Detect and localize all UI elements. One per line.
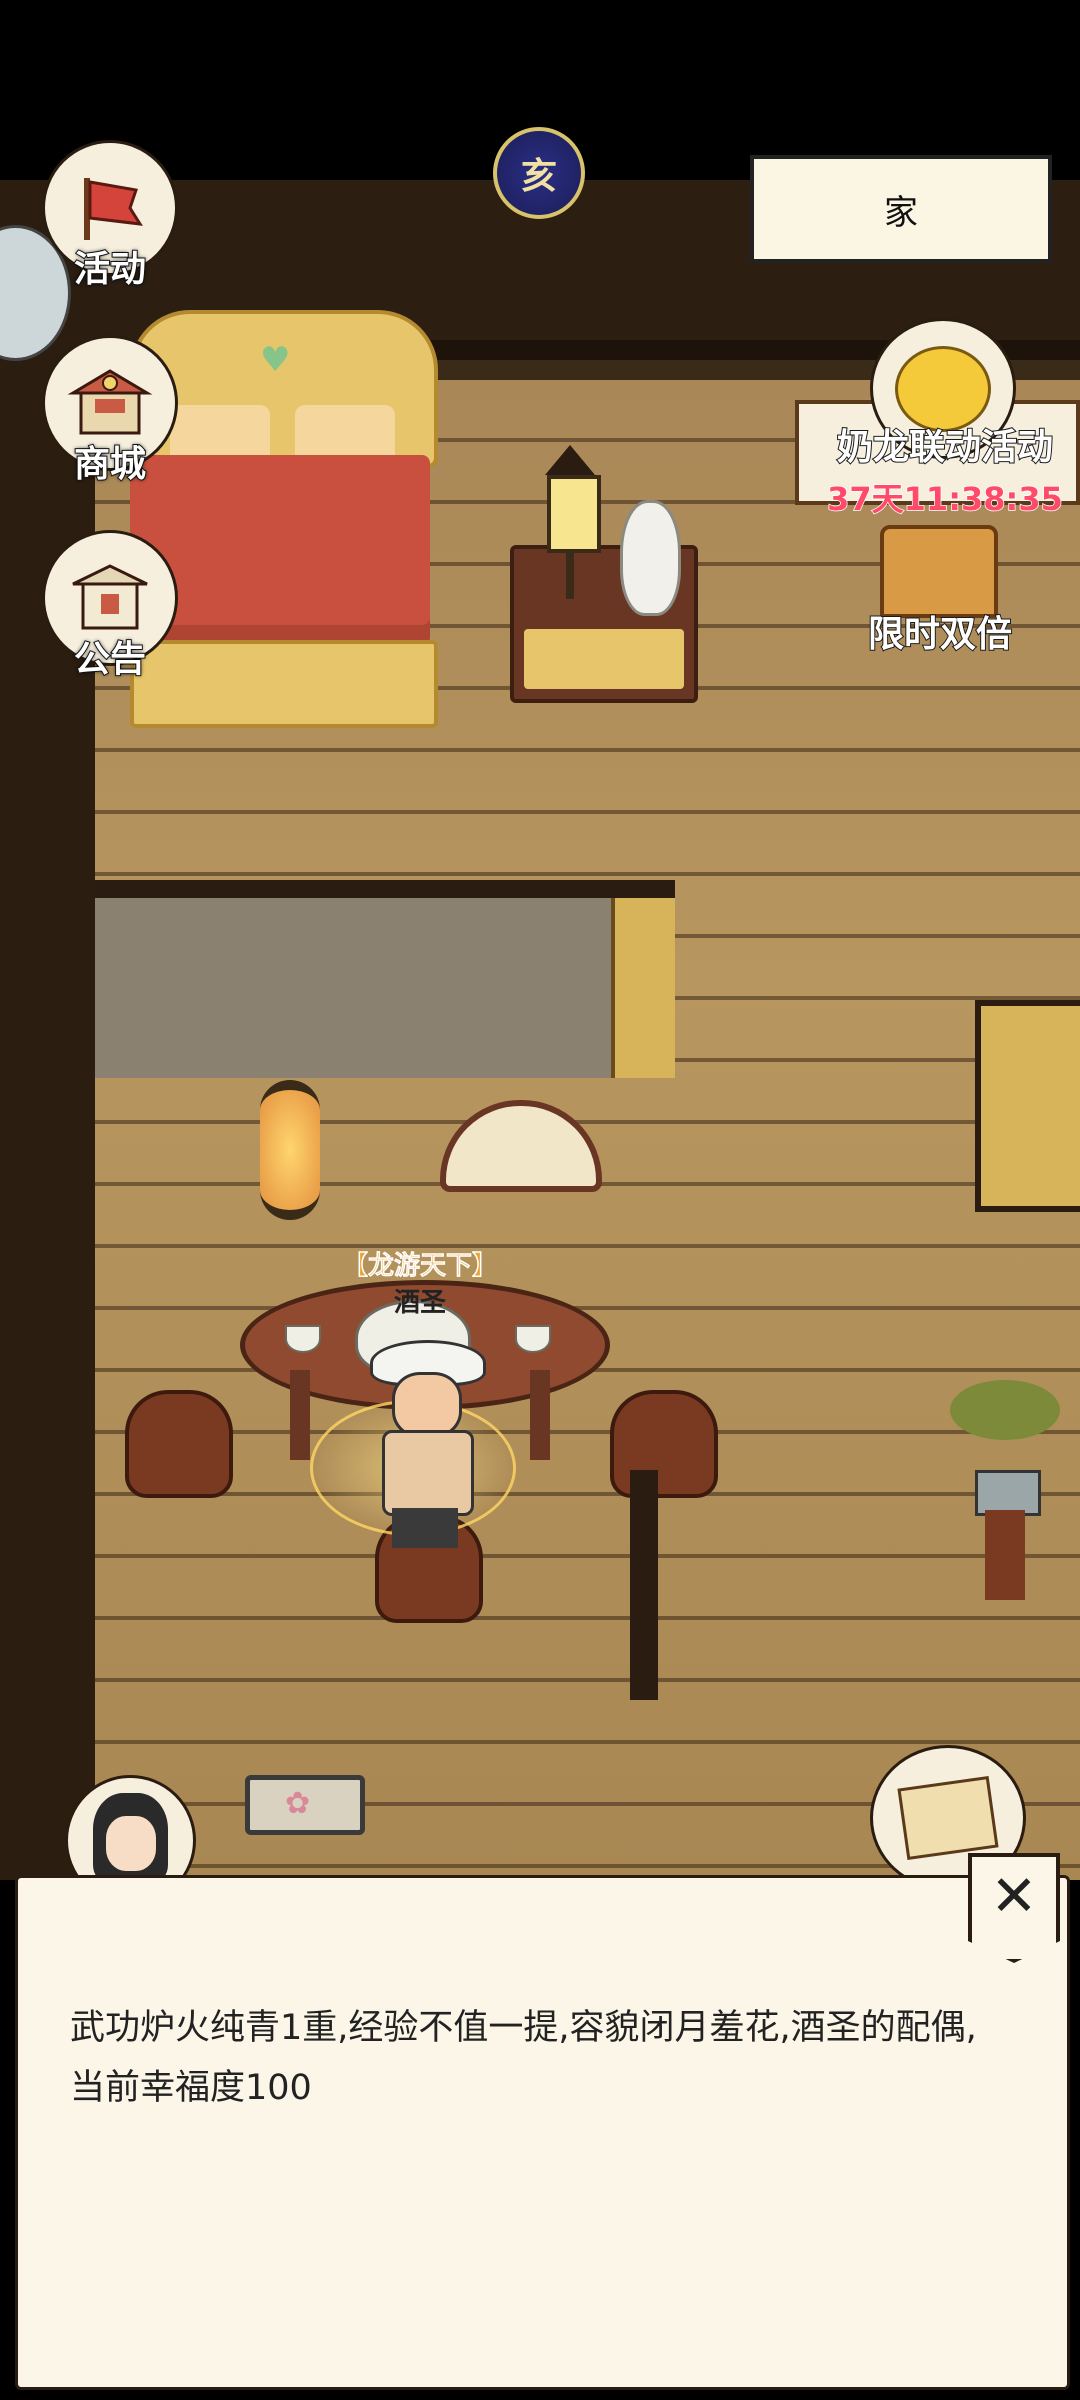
hanging-lantern[interactable] (260, 1080, 320, 1220)
dialog-text: 武功炉火纯青1重,经验不值一提,容貌闭月羞花,酒圣的配偶,当前幸福度100 (70, 2008, 977, 2108)
player-nameplate: 【龙游天下】 酒圣 (330, 1245, 510, 1319)
plant-stand (985, 1510, 1025, 1600)
stool[interactable] (610, 1390, 718, 1498)
table-lantern[interactable] (535, 445, 605, 605)
player-character[interactable] (310, 1340, 516, 1570)
shop-label: 商城 (73, 443, 147, 486)
scroll-icon (897, 1775, 999, 1861)
wall-trim (611, 898, 675, 1078)
flower-icon: ✿ (285, 1786, 311, 1821)
cabinet-front (524, 629, 684, 689)
notice-label: 公告 (73, 638, 147, 681)
character-face (392, 1372, 462, 1438)
table-leg (290, 1370, 310, 1460)
avatar-face (106, 1816, 156, 1871)
moon-time-icon[interactable]: 亥 (493, 127, 585, 219)
event-title: 奶龙联动活动 (836, 426, 1054, 469)
player-name: 酒圣 (393, 1288, 446, 1318)
inner-wall (95, 880, 675, 1078)
teacup (515, 1325, 551, 1353)
stool[interactable] (125, 1390, 233, 1498)
close-button[interactable]: ✕ (968, 1853, 1060, 1963)
doorway[interactable] (975, 1000, 1080, 1212)
time-badge: 亥 (520, 156, 557, 197)
character-body (382, 1430, 474, 1516)
activity-label: 活动 (73, 248, 147, 291)
bonsai-leaves (950, 1380, 1060, 1440)
vase[interactable] (620, 500, 681, 616)
lantern-roof (545, 445, 595, 475)
location-box: 家 (750, 155, 1052, 263)
event-timer: 37天11:38:35 (826, 479, 1063, 519)
partition-wall (630, 1470, 658, 1700)
lantern-light (547, 475, 601, 553)
table-leg (530, 1370, 550, 1460)
activity-button[interactable]: 活动 (40, 140, 180, 292)
lantern-stem (566, 549, 574, 599)
close-icon: ✕ (990, 1864, 1038, 1929)
double-reward-label[interactable]: 限时双倍 (820, 605, 1060, 657)
teacup (285, 1325, 321, 1353)
bonsai-plant[interactable] (950, 1380, 1060, 1600)
player-title: 【龙游天下】 (341, 1251, 499, 1282)
shop-button[interactable]: 商城 (40, 335, 180, 487)
footstool[interactable]: ✿ (245, 1775, 365, 1835)
heart-icon: ♥ (260, 340, 291, 380)
info-dialog (15, 1875, 1070, 2390)
location-label: 家 (884, 192, 918, 233)
character-legs (392, 1508, 458, 1548)
notice-button[interactable]: 公告 (40, 530, 180, 682)
